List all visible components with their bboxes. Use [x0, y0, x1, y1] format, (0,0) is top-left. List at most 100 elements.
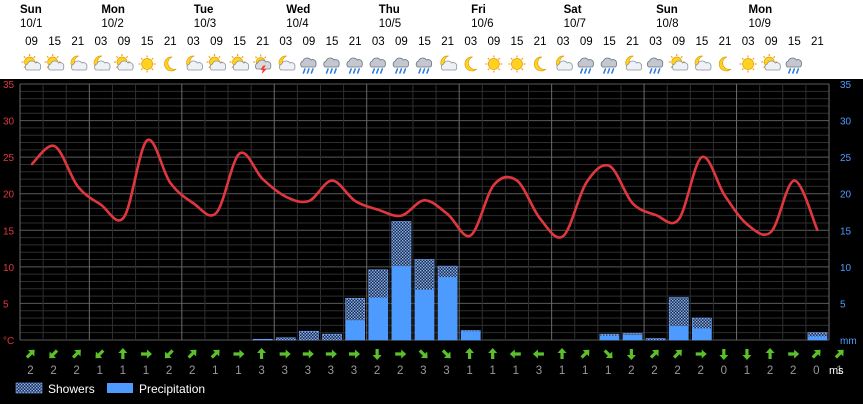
hour-label: 03 [557, 36, 570, 48]
day-name: Mon [101, 4, 125, 16]
hour-label: 21 [719, 36, 732, 48]
hour-label: 03 [187, 36, 200, 48]
day-date: 10/2 [101, 18, 123, 30]
left-axis-tick: 15 [3, 226, 15, 237]
wind-speed-label: 3 [420, 365, 426, 377]
hour-label: 15 [141, 36, 154, 48]
rain-cloud-icon [577, 57, 594, 74]
wind-speed-label: 1 [744, 365, 750, 377]
day-header: Sun 10/1 Mon 10/2 Tue 10/3 Wed 10/4 Thu 10/5 Fri 10… [20, 4, 772, 30]
precipitation-swatch [107, 383, 133, 393]
wind-speed-label: 3 [443, 365, 449, 377]
legend-showers-label: Showers [48, 382, 95, 396]
day-name: Thu [379, 4, 400, 16]
wind-speed-label: 1 [582, 365, 588, 377]
moon-cloud-icon [625, 55, 643, 71]
precipitation-bar [368, 297, 388, 340]
wind-speed-label: 3 [281, 365, 287, 377]
day-name: Wed [286, 4, 310, 16]
temperature-point [331, 179, 333, 182]
hour-label: 15 [788, 36, 801, 48]
sun-cloud-icon [44, 54, 65, 71]
right-axis-tick: 35 [840, 80, 852, 91]
precipitation-bar [692, 328, 712, 340]
wind-speed-label: 1 [212, 365, 218, 377]
temperature-point [446, 213, 449, 215]
temperature-point [631, 202, 634, 205]
temperature-point [192, 202, 195, 205]
precipitation-bar [807, 336, 827, 340]
rain-cloud-icon [392, 57, 409, 74]
day-name: Sun [20, 4, 42, 16]
sun-cloud-icon [229, 54, 250, 71]
rain-cloud-icon [600, 57, 617, 74]
precipitation-bar [438, 277, 458, 340]
moon-cloud-icon [93, 55, 111, 71]
day-name: Sat [564, 4, 582, 16]
day-date: 10/5 [379, 18, 401, 30]
temperature-point [793, 179, 796, 182]
day-date: 10/3 [194, 18, 216, 30]
temperature-point [169, 181, 172, 184]
hour-label: 15 [511, 36, 524, 48]
left-axis-tick: 5 [3, 299, 9, 310]
hour-label: 09 [303, 36, 316, 48]
sun-cloud-icon [668, 54, 689, 71]
temperature-point [701, 156, 703, 158]
temperature-point [608, 165, 611, 167]
hour-label: 09 [487, 36, 500, 48]
temperature-point [146, 139, 148, 142]
moon-cloud-icon [70, 55, 88, 71]
temperature-point [53, 145, 56, 147]
hour-label: 21 [256, 36, 269, 48]
temperature-point [562, 235, 564, 237]
temperature-point [770, 230, 773, 233]
wind-speed-label: 1 [466, 365, 472, 377]
day-name: Tue [194, 4, 214, 16]
hour-label: 21 [534, 36, 547, 48]
wind-speed-label: 3 [536, 365, 542, 377]
moon-icon [533, 56, 547, 72]
wind-speed-label: 2 [166, 365, 172, 377]
temperature-point [76, 185, 79, 188]
wind-speed-label: 1 [120, 365, 126, 377]
rain-cloud-icon [300, 57, 317, 74]
hour-label: 15 [48, 36, 61, 48]
rain-cloud-icon [323, 57, 340, 74]
wind-speed-label: 1 [235, 365, 241, 377]
temperature-point [469, 234, 472, 237]
temperature-point [677, 218, 680, 221]
right-axis-tick: 20 [840, 190, 852, 201]
wind-speed-label: 2 [73, 365, 79, 377]
wind-speed-label: 1 [605, 365, 611, 377]
temperature-point [238, 152, 241, 155]
temperature-point [377, 209, 380, 211]
hour-label: 03 [279, 36, 292, 48]
sun-icon [485, 55, 503, 73]
hour-label: 03 [742, 36, 755, 48]
wind-speed-label: 0 [721, 365, 727, 377]
temperature-point [215, 211, 218, 214]
temperature-point [400, 214, 403, 217]
temperature-point [816, 229, 819, 232]
rain-cloud-icon [346, 57, 363, 74]
right-axis-tick: 25 [840, 153, 852, 164]
moon-icon [718, 56, 732, 72]
rain-cloud-icon [646, 57, 664, 74]
sun-cloud-icon [206, 54, 226, 71]
wind-speed-label: 2 [698, 365, 704, 377]
wind-speed-label: 2 [674, 365, 680, 377]
hour-label: 21 [441, 36, 454, 48]
day-date: 10/6 [471, 18, 493, 30]
left-axis-tick: 25 [3, 153, 15, 164]
sun-cloud-icon [761, 54, 781, 71]
day-date: 10/7 [564, 18, 586, 30]
day-date: 10/1 [20, 18, 42, 30]
wind-speed-label: 2 [651, 365, 657, 377]
moon-cloud-icon [186, 55, 203, 71]
day-name: Fri [471, 4, 486, 16]
temperature-point [493, 184, 495, 186]
left-axis-tick: 10 [3, 263, 15, 274]
temperature-point [539, 217, 541, 220]
legend-precipitation-label: Precipitation [139, 382, 205, 396]
